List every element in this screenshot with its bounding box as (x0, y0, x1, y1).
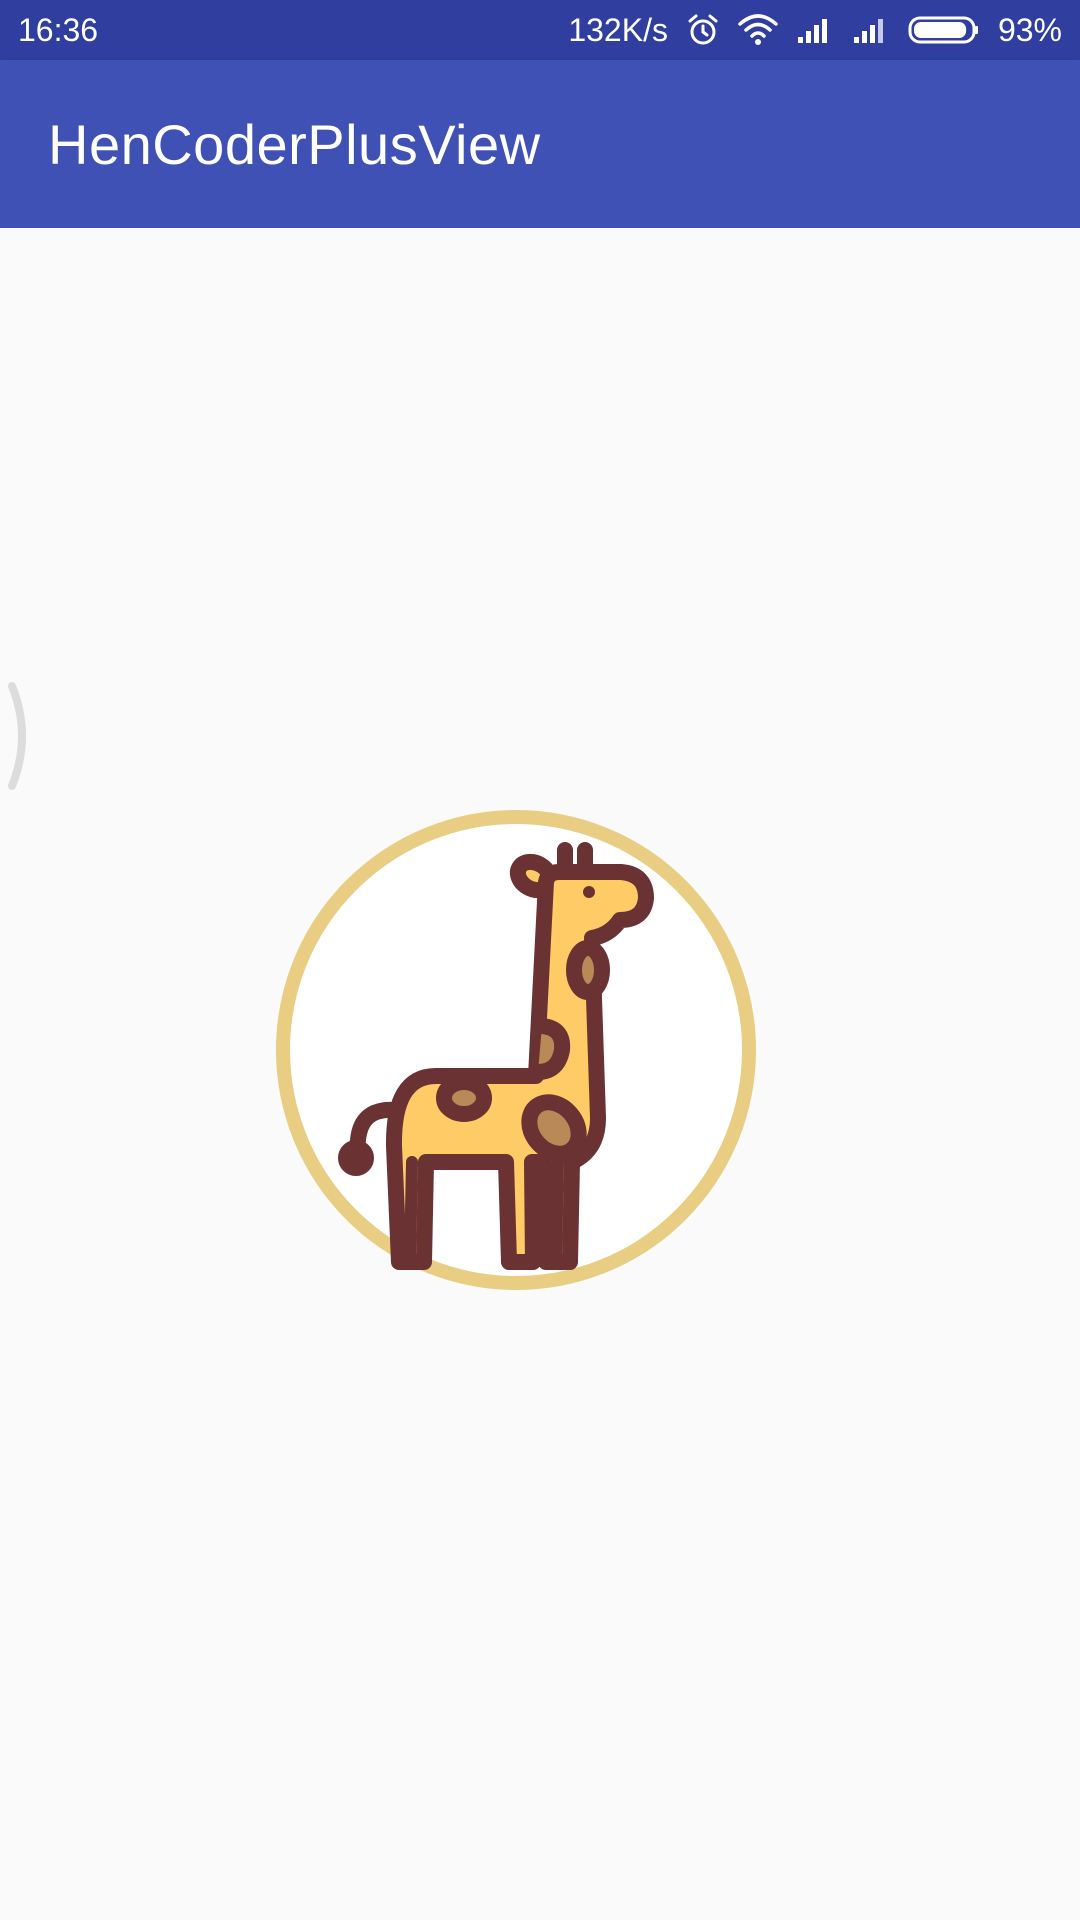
network-speed: 132K/s (568, 11, 668, 48)
battery-icon (908, 15, 980, 45)
status-bar: 16:36 132K/s 93% (0, 0, 1080, 60)
cell-signal-icon (796, 15, 834, 45)
cell-signal-icon (852, 15, 890, 45)
avatar-image (276, 810, 756, 1290)
alarm-icon (686, 13, 720, 47)
wifi-icon (738, 14, 778, 46)
overscroll-edge-glow (8, 682, 26, 790)
app-bar: HenCoderPlusView (0, 60, 1080, 228)
battery-percent: 93% (997, 11, 1062, 48)
app-title: HenCoderPlusView (48, 112, 541, 176)
status-time: 16:36 (18, 11, 99, 48)
status-icons: 132K/s 93% (568, 12, 1062, 49)
